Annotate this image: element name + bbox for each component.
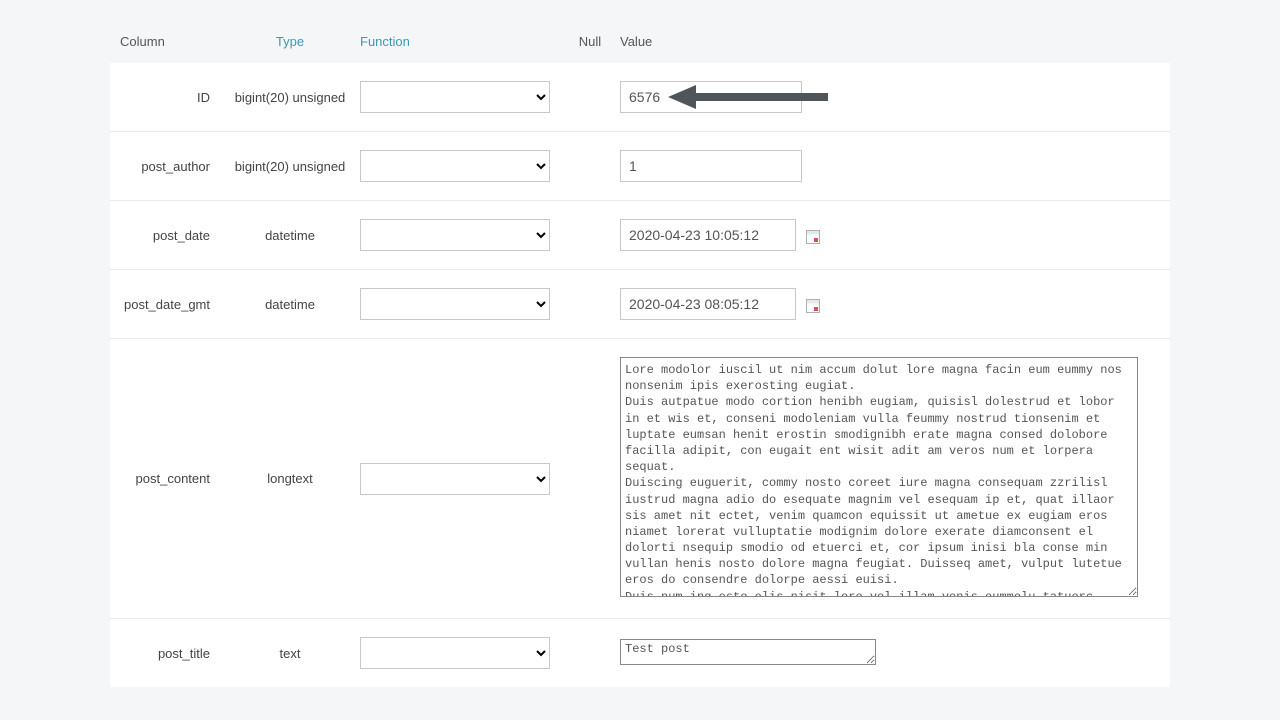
value-input[interactable]	[620, 150, 802, 182]
column-type: text	[230, 646, 350, 661]
row-post-title: post_title text	[110, 619, 1170, 687]
column-type: bigint(20) unsigned	[230, 159, 350, 174]
function-select[interactable]	[360, 81, 550, 113]
column-name: post_date	[110, 228, 230, 243]
column-name: ID	[110, 90, 230, 105]
function-select[interactable]	[360, 637, 550, 669]
column-name: post_title	[110, 646, 230, 661]
column-type: longtext	[230, 471, 350, 486]
header-column: Column	[110, 34, 230, 49]
value-textarea[interactable]	[620, 357, 1138, 597]
header-null: Null	[560, 34, 620, 49]
row-post-date-gmt: post_date_gmt datetime	[110, 270, 1170, 339]
column-type: datetime	[230, 228, 350, 243]
header-row: Column Type Function Null Value	[110, 20, 1170, 63]
value-input[interactable]	[620, 219, 796, 251]
value-input[interactable]	[620, 288, 796, 320]
value-textarea[interactable]	[620, 639, 876, 665]
column-type: bigint(20) unsigned	[230, 90, 350, 105]
row-id: ID bigint(20) unsigned	[110, 63, 1170, 132]
column-name: post_date_gmt	[110, 297, 230, 312]
function-select[interactable]	[360, 219, 550, 251]
header-function: Function	[350, 34, 560, 49]
function-select[interactable]	[360, 150, 550, 182]
row-post-date: post_date datetime	[110, 201, 1170, 270]
column-type: datetime	[230, 297, 350, 312]
row-post-content: post_content longtext	[110, 339, 1170, 619]
function-select[interactable]	[360, 463, 550, 495]
header-type: Type	[230, 34, 350, 49]
column-name: post_content	[110, 471, 230, 486]
function-select[interactable]	[360, 288, 550, 320]
row-post-author: post_author bigint(20) unsigned	[110, 132, 1170, 201]
edit-table: Column Type Function Null Value ID bigin…	[110, 20, 1170, 687]
column-name: post_author	[110, 159, 230, 174]
header-value: Value	[620, 34, 1170, 49]
calendar-icon[interactable]	[806, 230, 820, 244]
value-input[interactable]	[620, 81, 802, 113]
calendar-icon[interactable]	[806, 299, 820, 313]
